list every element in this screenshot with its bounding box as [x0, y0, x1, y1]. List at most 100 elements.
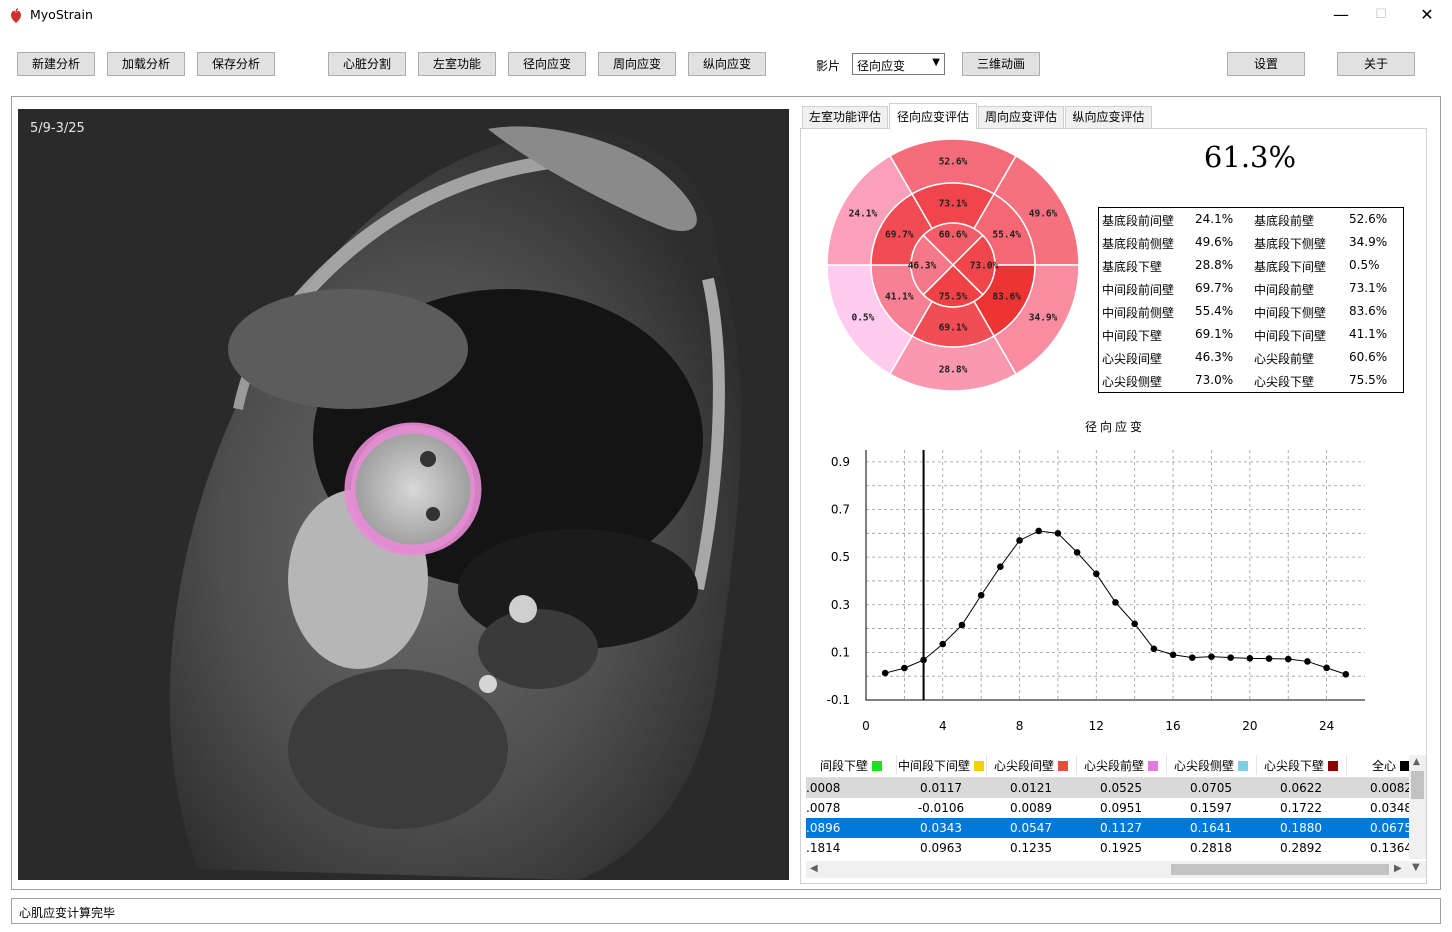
series-color-swatch	[1148, 761, 1158, 771]
table-cell[interactable]: 0.2818	[1166, 838, 1256, 858]
longitudinal-strain-button[interactable]: 纵向应变	[688, 52, 766, 76]
segment-row: 中间段前间壁 69.7% 中间段前壁 73.1%	[1099, 277, 1403, 300]
table-cell[interactable]: 0.0343	[896, 818, 986, 838]
table-cell[interactable]: 0.2892	[1256, 838, 1346, 858]
table-cell[interactable]: 0.0622	[1256, 778, 1346, 798]
segment-value: 49.6%	[1195, 235, 1234, 249]
vertical-scroll-thumb[interactable]	[1411, 771, 1424, 799]
x-tick-label: 0	[862, 719, 870, 733]
table-cell[interactable]: -0.0106	[896, 798, 986, 818]
table-cell[interactable]: 0.1880	[1256, 818, 1346, 838]
scroll-down-icon[interactable]: ▼	[1412, 862, 1420, 873]
table-cell[interactable]: 0.0963	[896, 838, 986, 858]
maximize-button[interactable]: ☐	[1358, 0, 1404, 30]
segment-row: 基底段下壁 28.8% 基底段下间壁 0.5%	[1099, 254, 1403, 277]
column-header-label: 中间段下间壁	[897, 759, 970, 773]
table-cell[interactable]: 0.0525	[1076, 778, 1166, 798]
table-cell[interactable]: 0.0547	[986, 818, 1076, 838]
table-cell[interactable]: 0.1235	[986, 838, 1076, 858]
table-cell[interactable]: 0.1925	[1076, 838, 1166, 858]
data-point	[1035, 527, 1043, 535]
grid-column-header[interactable]: 中间段下间壁	[896, 755, 987, 775]
lv-function-button[interactable]: 左室功能	[418, 52, 496, 76]
tab-longitudinal-strain-evaluation[interactable]: 纵向应变评估	[1065, 106, 1152, 128]
table-cell[interactable]: 0.0089	[986, 798, 1076, 818]
film-select-value: 径向应变	[857, 59, 906, 73]
bullseye-label-apex-1: 73.0%	[970, 261, 999, 272]
table-cell[interactable]: 0.1641	[1166, 818, 1256, 838]
column-header-label: 间段下壁	[819, 759, 868, 773]
heart-segmentation-button[interactable]: 心脏分割	[328, 52, 406, 76]
tab-radial-strain-evaluation[interactable]: 径向应变评估	[889, 103, 977, 129]
table-cell[interactable]: 0.1597	[1166, 798, 1256, 818]
segment-value: 73.1%	[1349, 281, 1388, 295]
segment-name: 基底段前壁	[1254, 214, 1315, 228]
mri-image	[18, 109, 789, 880]
scroll-right-icon[interactable]: ▶	[1394, 863, 1402, 874]
scroll-left-icon[interactable]: ◀	[810, 863, 818, 874]
table-cell[interactable]: 0.0705	[1166, 778, 1256, 798]
bullseye-label-base-1: 49.6%	[1029, 209, 1058, 220]
chevron-down-icon: ▼	[932, 57, 940, 68]
data-point	[920, 656, 927, 664]
grid-column-header[interactable]: 心尖段前壁	[1076, 755, 1167, 775]
tab-lv-function-evaluation[interactable]: 左室功能评估	[802, 106, 888, 128]
scroll-up-icon[interactable]: ▲	[1413, 757, 1420, 767]
segment-value: 83.6%	[1349, 304, 1388, 318]
table-row[interactable]: .1814 0.0963 0.1235 0.1925 0.2818 0.2892 0.136…	[806, 838, 1409, 858]
table-cell[interactable]: 0.0675	[1346, 818, 1409, 838]
y-tick-label: 0.5	[831, 550, 850, 564]
grid-column-header[interactable]: 心尖段侧壁	[1166, 755, 1257, 775]
grid-column-header[interactable]: 心尖段下壁	[1256, 755, 1347, 775]
close-button[interactable]: ✕	[1404, 0, 1450, 30]
vertical-scrollbar[interactable]: ▲	[1409, 755, 1426, 859]
global-strain-value: 61.3%	[1203, 140, 1297, 174]
frame-label: 5/9-3/25	[30, 121, 85, 136]
table-cell[interactable]: .0896	[806, 818, 896, 838]
table-cell[interactable]: 0.0082	[1346, 778, 1409, 798]
strain-data-grid[interactable]: 间段下壁 中间段下间壁 心尖段间壁 心尖段前壁 心尖段侧壁 心尖段下壁 全心 .0008 0.0…	[806, 755, 1409, 859]
tab-circumferential-strain-evaluation[interactable]: 周向应变评估	[978, 106, 1064, 128]
circumferential-strain-button[interactable]: 周向应变	[598, 52, 676, 76]
horizontal-scrollbar[interactable]: ◀ ▶ ▼	[806, 861, 1426, 878]
bullseye-label-mid-3: 69.1%	[939, 323, 968, 334]
status-text: 心肌应变计算完毕	[19, 906, 116, 920]
grid-column-header[interactable]: 间段下壁	[806, 755, 897, 775]
table-cell[interactable]: 0.0117	[896, 778, 986, 798]
table-cell[interactable]: .1814	[806, 838, 896, 858]
table-cell[interactable]: 0.1722	[1256, 798, 1346, 818]
segment-value: 55.4%	[1195, 304, 1234, 318]
data-point	[939, 640, 947, 648]
segment-name: 中间段前间壁	[1102, 283, 1175, 297]
table-cell[interactable]: 0.0121	[986, 778, 1076, 798]
grid-column-header[interactable]: 心尖段间壁	[986, 755, 1077, 775]
segment-strain-table: 基底段前间壁 24.1% 基底段前壁 52.6% 基底段前侧壁 49.6% 基底段下侧壁 34…	[1098, 207, 1404, 393]
mri-viewer[interactable]: 5/9-3/25	[18, 109, 789, 880]
grid-column-header[interactable]: 全心	[1346, 755, 1409, 775]
settings-button[interactable]: 设置	[1227, 52, 1305, 76]
segment-name: 中间段下壁	[1102, 329, 1163, 343]
data-point	[1112, 599, 1119, 606]
film-select[interactable]: 径向应变 ▼	[852, 53, 945, 75]
table-cell[interactable]: 0.1364	[1346, 838, 1409, 858]
about-button[interactable]: 关于	[1337, 52, 1415, 76]
radial-strain-button[interactable]: 径向应变	[508, 52, 586, 76]
table-cell[interactable]: 0.0951	[1076, 798, 1166, 818]
segment-name: 中间段前壁	[1254, 283, 1315, 297]
load-analysis-button[interactable]: 加载分析	[107, 52, 185, 76]
table-cell[interactable]: 0.0348	[1346, 798, 1409, 818]
save-analysis-button[interactable]: 保存分析	[197, 52, 275, 76]
table-cell[interactable]: 0.1127	[1076, 818, 1166, 838]
new-analysis-button[interactable]: 新建分析	[17, 52, 95, 76]
table-row[interactable]: .0896 0.0343 0.0547 0.1127 0.1641 0.1880 0.067…	[806, 818, 1409, 838]
table-cell[interactable]: .0008	[806, 778, 896, 798]
segment-name: 心尖段侧壁	[1102, 375, 1163, 389]
data-point	[1054, 530, 1062, 537]
chart-axes	[865, 450, 1365, 701]
table-cell[interactable]: .0078	[806, 798, 896, 818]
data-point	[901, 664, 908, 672]
horizontal-scroll-thumb[interactable]	[1171, 864, 1389, 875]
3d-animation-button[interactable]: 三维动画	[962, 52, 1040, 76]
table-row[interactable]: .0008 0.0117 0.0121 0.0525 0.0705 0.0622 0.008…	[806, 778, 1409, 798]
table-row[interactable]: .0078 -0.0106 0.0089 0.0951 0.1597 0.1722 0.03…	[806, 798, 1409, 818]
